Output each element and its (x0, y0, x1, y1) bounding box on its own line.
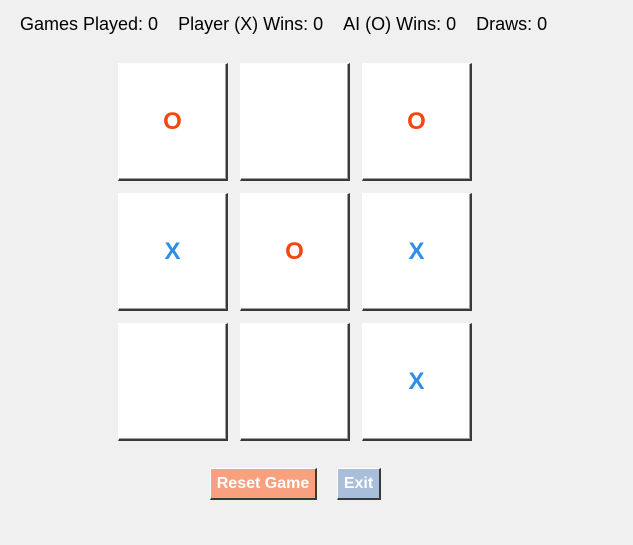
cell-mark: O (407, 107, 426, 135)
draws-label: Draws: 0 (476, 13, 548, 34)
board-cell-2[interactable] (240, 63, 350, 181)
board-cell-1[interactable]: O (118, 63, 228, 181)
cell-mark: X (408, 237, 425, 265)
stats-bar: Games Played: 0 Player (X) Wins: 0 AI (O… (20, 13, 547, 35)
board-cell-7[interactable] (118, 323, 228, 441)
exit-button[interactable]: Exit (337, 468, 381, 500)
board-cell-8[interactable] (240, 323, 350, 441)
cell-mark: O (285, 237, 304, 265)
reset-game-button[interactable]: Reset Game (210, 468, 317, 500)
cell-mark: X (408, 367, 425, 395)
games-played-label: Games Played: 0 (20, 13, 159, 34)
cell-mark: O (163, 107, 182, 135)
board-cell-6[interactable]: X (362, 193, 472, 311)
ai-wins-label: AI (O) Wins: 0 (343, 13, 457, 34)
board-cell-9[interactable]: X (362, 323, 472, 441)
player-wins-label: Player (X) Wins: 0 (178, 13, 324, 34)
cell-mark: X (164, 237, 181, 265)
board-cell-4[interactable]: X (118, 193, 228, 311)
board-cell-3[interactable]: O (362, 63, 472, 181)
board-cell-5[interactable]: O (240, 193, 350, 311)
